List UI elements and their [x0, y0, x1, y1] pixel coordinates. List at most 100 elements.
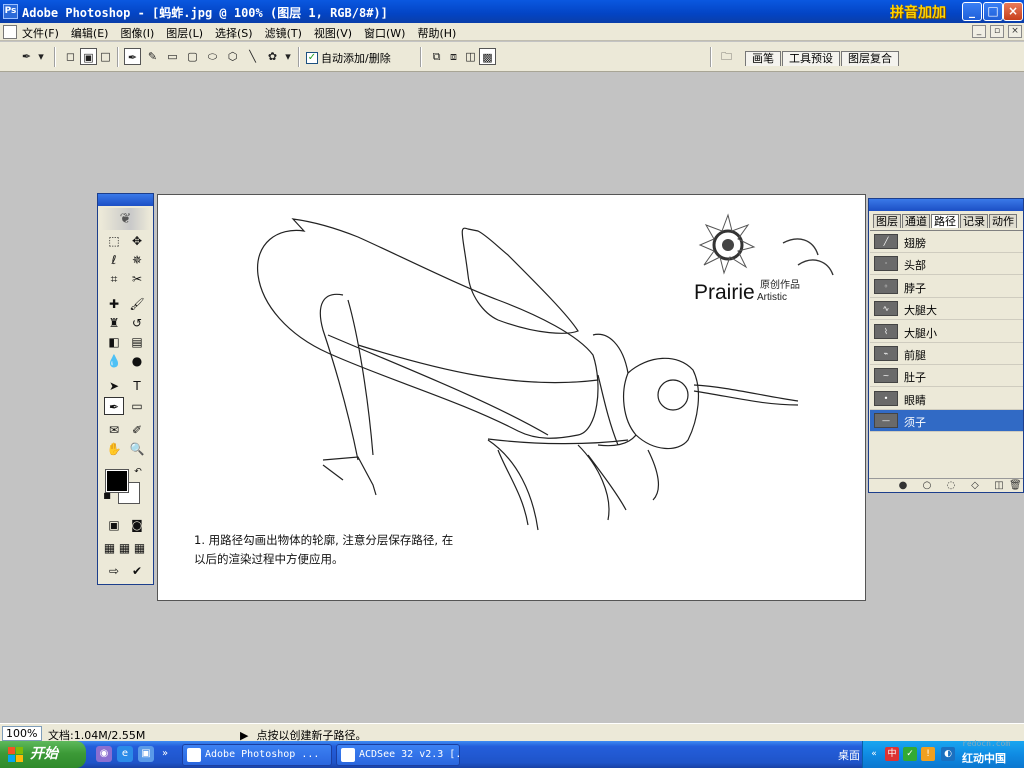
tray-security-icon[interactable]: ✓ — [903, 747, 917, 761]
path-row[interactable]: ~ 肚子 — [870, 365, 1023, 388]
preset-dropdown-icon[interactable]: ▾ — [36, 48, 46, 65]
quick-launch-desktop-icon[interactable]: ▣ — [138, 746, 154, 762]
standard-mode-icon[interactable]: ▣ — [104, 516, 124, 534]
hand-tool-icon[interactable]: ✋ — [104, 440, 124, 458]
polygon-tool-icon[interactable]: ⬡ — [224, 48, 241, 65]
fill-pixels-icon[interactable]: □ — [97, 48, 114, 65]
jump-to-imageready-icon[interactable]: ⇨ — [104, 562, 124, 580]
brushes-tab[interactable]: 画笔 — [745, 51, 781, 66]
screen-mode-full-icon[interactable]: ▦ — [132, 539, 147, 557]
crop-tool-icon[interactable]: ⌗ — [104, 270, 124, 288]
task-photoshop[interactable]: Adobe Photoshop ... — [182, 744, 332, 766]
tray-chevron-icon[interactable]: « — [867, 747, 881, 761]
photoshop-app-icon[interactable]: Ps — [3, 4, 18, 19]
ellipse-tool-icon[interactable]: ⬭ — [204, 48, 221, 65]
doc-restore-icon[interactable]: ▫ — [990, 25, 1004, 38]
document-icon[interactable] — [3, 25, 17, 39]
menu-select[interactable]: 选择(S) — [215, 25, 253, 41]
ime-indicator[interactable]: 拼音加加 — [890, 2, 946, 22]
swap-colors-icon[interactable]: ↶ — [132, 466, 144, 478]
gradient-tool-icon[interactable]: ▤ — [127, 333, 147, 351]
subtract-path-icon[interactable]: ⧈ — [445, 48, 462, 65]
tab-channels[interactable]: 通道 — [902, 214, 930, 228]
menu-file[interactable]: 文件(F) — [22, 25, 59, 41]
shape-layers-icon[interactable]: ◻ — [62, 48, 79, 65]
pen-tool-icon[interactable]: ✒ — [104, 397, 124, 415]
file-browser-icon[interactable]: 🗀 — [718, 48, 735, 65]
doc-close-icon[interactable]: × — [1008, 25, 1022, 38]
path-selection-icon[interactable]: ➤ — [104, 377, 124, 395]
menu-layer[interactable]: 图层(L) — [166, 25, 203, 41]
tab-layers[interactable]: 图层 — [873, 214, 901, 228]
magic-wand-icon[interactable]: ✵ — [127, 251, 147, 269]
healing-brush-icon[interactable]: ✚ — [104, 295, 124, 313]
pen-tool-icon[interactable]: ✒ — [124, 48, 141, 65]
menu-window[interactable]: 窗口(W) — [364, 25, 405, 41]
menu-image[interactable]: 图像(I) — [120, 25, 154, 41]
freeform-pen-icon[interactable]: ✎ — [144, 48, 161, 65]
eyedropper-icon[interactable]: ✐ — [127, 421, 147, 439]
tray-network-icon[interactable]: ◐ — [941, 747, 955, 761]
quick-mask-icon[interactable]: ◙ — [127, 516, 147, 534]
layer-comps-tab[interactable]: 图层复合 — [841, 51, 899, 66]
tools-palette-header[interactable] — [98, 194, 153, 206]
lasso-tool-icon[interactable]: ℓ — [104, 251, 124, 269]
quick-launch-media-icon[interactable]: ◉ — [96, 746, 112, 762]
path-row[interactable]: ◦ 脖子 — [870, 276, 1023, 298]
stroke-path-icon[interactable]: ○ — [921, 480, 933, 492]
path-row[interactable]: • 眼睛 — [870, 388, 1023, 410]
menu-filter[interactable]: 滤镜(T) — [265, 25, 302, 41]
zoom-input[interactable]: 100% — [2, 726, 42, 741]
tool-presets-tab[interactable]: 工具预设 — [782, 51, 840, 66]
intersect-path-icon[interactable]: ◫ — [462, 48, 479, 65]
tab-actions[interactable]: 动作 — [989, 214, 1017, 228]
close-button[interactable]: × — [1003, 2, 1023, 21]
rectangle-shape-icon[interactable]: ▭ — [127, 397, 147, 415]
slice-tool-icon[interactable]: ✂ — [127, 270, 147, 288]
tab-history[interactable]: 记录 — [960, 214, 988, 228]
path-row[interactable]: ╱ 翅膀 — [870, 231, 1023, 253]
line-tool-icon[interactable]: ╲ — [244, 48, 261, 65]
desktop-toolbar-label[interactable]: 桌面 — [838, 747, 860, 763]
doc-minimize-icon[interactable]: _ — [972, 25, 986, 38]
auto-add-delete-checkbox[interactable]: ✓ 自动添加/删除 — [306, 50, 391, 66]
marquee-tool-icon[interactable]: ⬚ — [104, 232, 124, 250]
path-row[interactable]: ⌇ 大腿小 — [870, 321, 1023, 343]
foreground-color-swatch[interactable] — [105, 469, 129, 493]
exclude-path-icon[interactable]: ▩ — [479, 48, 496, 65]
blur-tool-icon[interactable]: 💧 — [104, 352, 124, 370]
zoom-tool-icon[interactable]: 🔍 — [127, 440, 147, 458]
menu-view[interactable]: 视图(V) — [314, 25, 352, 41]
make-work-path-icon[interactable]: ◇ — [969, 480, 981, 492]
add-to-path-icon[interactable]: ⧉ — [428, 48, 445, 65]
fill-path-icon[interactable]: ● — [897, 480, 909, 492]
brush-tool-icon[interactable]: 🖌 — [127, 295, 147, 313]
notes-tool-icon[interactable]: ✉ — [104, 421, 124, 439]
clone-stamp-icon[interactable]: ♜ — [104, 314, 124, 332]
pen-tool-preset-icon[interactable]: ✒ — [18, 48, 35, 65]
history-brush-icon[interactable]: ↺ — [127, 314, 147, 332]
dodge-tool-icon[interactable]: ● — [127, 352, 147, 370]
delete-path-icon[interactable]: 🗑 — [1009, 480, 1022, 492]
quick-launch-chevron-icon[interactable]: » — [160, 746, 170, 762]
menu-help[interactable]: 帮助(H) — [417, 25, 456, 41]
custom-shape-icon[interactable]: ✿ — [264, 48, 281, 65]
tab-paths[interactable]: 路径 — [931, 214, 959, 228]
screen-mode-menu-icon[interactable]: ▦ — [117, 539, 132, 557]
maximize-button[interactable]: □ — [983, 2, 1003, 21]
shape-dropdown-icon[interactable]: ▾ — [283, 48, 293, 65]
rounded-rectangle-icon[interactable]: ▢ — [184, 48, 201, 65]
quick-launch-ie-icon[interactable]: e — [117, 746, 133, 762]
task-acdsee[interactable]: ACDSee 32 v2.3 [... — [336, 744, 460, 766]
path-row[interactable]: ⌁ 前腿 — [870, 343, 1023, 365]
move-tool-icon[interactable]: ✥ — [127, 232, 147, 250]
rectangle-tool-icon[interactable]: ▭ — [164, 48, 181, 65]
paths-mode-icon[interactable]: ▣ — [80, 48, 97, 65]
tray-alert-icon[interactable]: ! — [921, 747, 935, 761]
checkbox-checked-icon[interactable]: ✓ — [306, 52, 318, 64]
path-row[interactable]: · 头部 — [870, 253, 1023, 276]
edit-in-imageready-icon[interactable]: ✔ — [127, 562, 147, 580]
minimize-button[interactable]: _ — [962, 2, 982, 21]
type-tool-icon[interactable]: T — [127, 377, 147, 395]
paths-palette-header[interactable] — [869, 199, 1023, 211]
